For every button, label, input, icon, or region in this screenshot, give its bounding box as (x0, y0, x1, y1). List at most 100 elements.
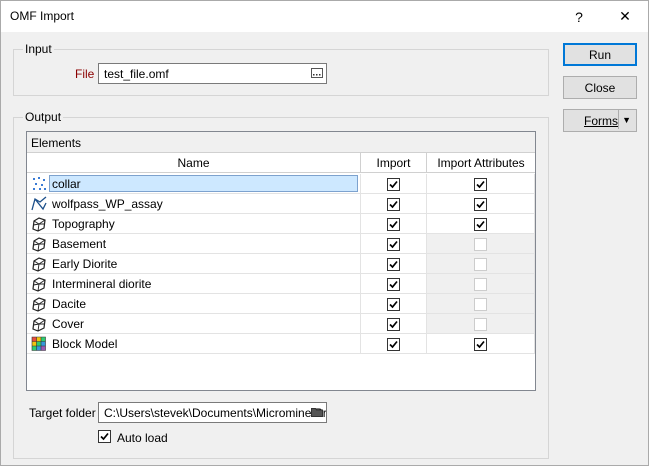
import-attributes-checkbox (474, 258, 487, 271)
target-folder-label: Target folder (29, 406, 96, 420)
import-attributes-checkbox (474, 238, 487, 251)
output-group-label: Output (23, 110, 64, 124)
import-checkbox[interactable] (387, 278, 400, 291)
import-attributes-checkbox[interactable] (474, 178, 487, 191)
import-attributes-checkbox[interactable] (474, 338, 487, 351)
points-icon (31, 176, 47, 192)
import-checkbox[interactable] (387, 238, 400, 251)
close-window-button[interactable]: ✕ (602, 1, 648, 32)
table-row[interactable]: Intermineral diorite (27, 274, 535, 294)
table-row[interactable]: wolfpass_WP_assay (27, 194, 535, 214)
folder-icon[interactable] (311, 407, 323, 417)
import-attributes-checkbox (474, 278, 487, 291)
column-header-import-attributes[interactable]: Import Attributes (427, 153, 535, 173)
import-cell (361, 214, 427, 234)
import-attributes-checkbox (474, 318, 487, 331)
import-cell (361, 294, 427, 314)
element-name: wolfpass_WP_assay (52, 197, 163, 211)
element-name: Block Model (52, 337, 118, 351)
close-button[interactable]: Close (563, 76, 637, 99)
file-input[interactable]: test_file.omf (98, 63, 327, 84)
auto-load-label: Auto load (117, 431, 168, 445)
import-checkbox[interactable] (387, 258, 400, 271)
file-label: File (75, 67, 95, 81)
column-header-import[interactable]: Import (361, 153, 427, 173)
element-name: Topography (52, 217, 115, 231)
window-title: OMF Import (10, 9, 75, 23)
block-model-icon (31, 336, 47, 352)
checkmark-icon (389, 240, 398, 249)
surface-icon (31, 236, 47, 252)
import-checkbox[interactable] (387, 318, 400, 331)
import-cell (361, 174, 427, 194)
checkmark-icon (476, 200, 485, 209)
help-button[interactable]: ? (556, 1, 602, 32)
name-cell[interactable]: Topography (27, 214, 361, 234)
checkmark-icon (389, 340, 398, 349)
import-attributes-checkbox[interactable] (474, 218, 487, 231)
column-header-name[interactable]: Name (27, 153, 361, 173)
surface-icon (31, 296, 47, 312)
target-folder-input[interactable]: C:\Users\stevek\Documents\Micromine Pr (98, 402, 327, 423)
file-input-value: test_file.omf (104, 67, 169, 81)
forms-split-divider (618, 110, 619, 129)
name-cell[interactable]: Early Diorite (27, 254, 361, 274)
import-attributes-cell (427, 234, 535, 254)
import-checkbox[interactable] (387, 338, 400, 351)
title-bar: OMF Import ? ✕ (1, 1, 648, 32)
checkmark-icon (389, 220, 398, 229)
name-cell[interactable]: Basement (27, 234, 361, 254)
import-checkbox[interactable] (387, 178, 400, 191)
checkmark-icon (389, 200, 398, 209)
import-attributes-cell (427, 254, 535, 274)
import-checkbox[interactable] (387, 298, 400, 311)
import-checkbox[interactable] (387, 218, 400, 231)
import-attributes-cell (427, 334, 535, 354)
surface-icon (31, 216, 47, 232)
table-row[interactable]: Dacite (27, 294, 535, 314)
checkmark-icon (389, 300, 398, 309)
element-name: Intermineral diorite (52, 277, 152, 291)
lineset-icon (31, 196, 47, 212)
table-row[interactable]: collar (27, 174, 535, 194)
omf-import-dialog: OMF Import ? ✕ Input File test_file.omf … (0, 0, 649, 466)
table-row[interactable]: Basement (27, 234, 535, 254)
name-cell[interactable]: Cover (27, 314, 361, 334)
name-cell[interactable]: Intermineral diorite (27, 274, 361, 294)
import-checkbox[interactable] (387, 198, 400, 211)
name-cell[interactable]: wolfpass_WP_assay (27, 194, 361, 214)
auto-load-checkbox[interactable] (98, 430, 111, 443)
table-row[interactable]: Cover (27, 314, 535, 334)
import-cell (361, 334, 427, 354)
chevron-down-icon[interactable]: ▼ (622, 115, 631, 125)
checkmark-icon (389, 320, 398, 329)
checkmark-icon (476, 220, 485, 229)
element-name: Basement (52, 237, 107, 251)
run-button[interactable]: Run (563, 43, 637, 66)
element-name: Cover (52, 317, 85, 331)
selection-highlight (49, 175, 358, 192)
import-cell (361, 314, 427, 334)
table-row[interactable]: Early Diorite (27, 254, 535, 274)
name-cell[interactable]: collar (27, 174, 361, 194)
help-icon: ? (575, 8, 583, 25)
name-cell[interactable]: Block Model (27, 334, 361, 354)
checkmark-icon (476, 180, 485, 189)
forms-button[interactable]: Forms ▼ (563, 109, 637, 132)
element-name: collar (52, 177, 81, 191)
table-row[interactable]: Topography (27, 214, 535, 234)
browse-icon[interactable] (311, 68, 323, 78)
import-attributes-cell (427, 214, 535, 234)
name-cell[interactable]: Dacite (27, 294, 361, 314)
elements-title: Elements (27, 132, 535, 153)
close-icon: ✕ (619, 8, 631, 24)
import-cell (361, 194, 427, 214)
import-cell (361, 274, 427, 294)
import-attributes-cell (427, 274, 535, 294)
table-row[interactable]: Block Model (27, 334, 535, 354)
import-attributes-checkbox[interactable] (474, 198, 487, 211)
checkmark-icon (100, 432, 109, 441)
import-cell (361, 234, 427, 254)
checkmark-icon (476, 340, 485, 349)
surface-icon (31, 276, 47, 292)
